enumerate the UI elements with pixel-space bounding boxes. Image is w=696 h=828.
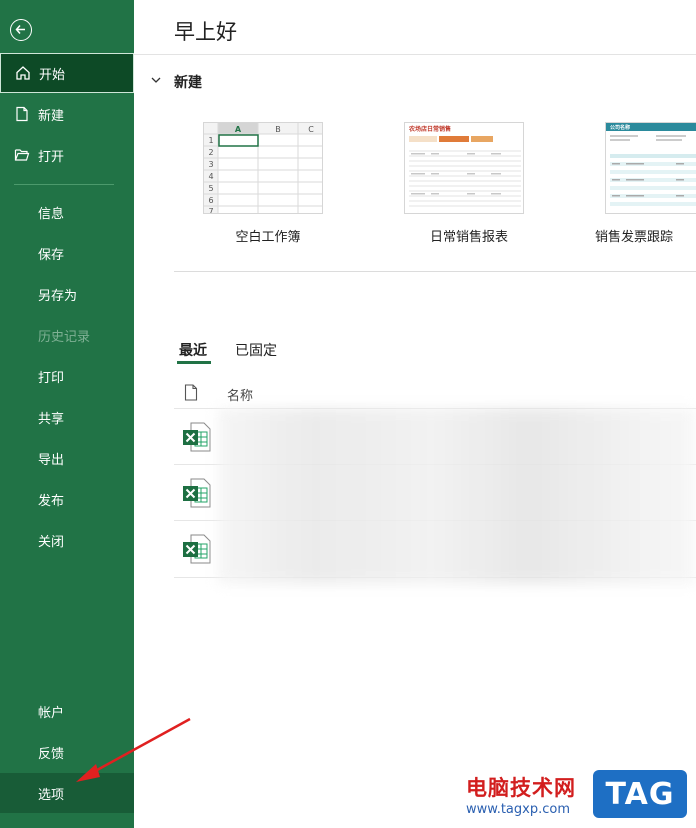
watermark-tag-logo: TAG	[593, 770, 687, 818]
annotation-arrow-icon	[76, 717, 191, 782]
watermark-text: 电脑技术网	[466, 776, 576, 800]
watermark-url: www.tagxp.com	[466, 802, 570, 817]
